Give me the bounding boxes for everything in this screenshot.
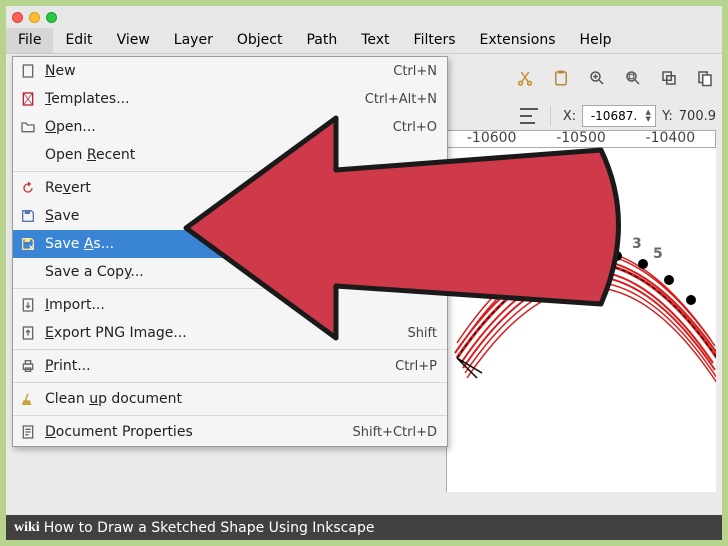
caption-bar: wiki How to Draw a Sketched Shape Using … bbox=[6, 515, 722, 540]
ruler-tick: -10500 bbox=[556, 130, 606, 146]
app-frame: File Edit View Layer Object Path Text Fi… bbox=[0, 0, 728, 546]
save-icon bbox=[19, 207, 37, 225]
menu-item-doc-properties[interactable]: Document Properties Shift+Ctrl+D bbox=[13, 418, 447, 446]
ruler-tick: -10600 bbox=[467, 130, 517, 146]
zoom-in-icon[interactable] bbox=[586, 67, 608, 89]
zoom-fit-icon[interactable] bbox=[622, 67, 644, 89]
menu-item-print[interactable]: Print... Ctrl+P bbox=[13, 352, 447, 380]
menu-separator bbox=[13, 415, 447, 416]
ruler-tick: -10400 bbox=[646, 130, 696, 146]
menu-item-save-as[interactable]: Save As... bbox=[13, 230, 447, 258]
menu-item-open-recent[interactable]: Open Recent bbox=[13, 141, 447, 169]
coord-row: X: ▲▼ Y: 700.9 bbox=[520, 102, 716, 130]
menu-text[interactable]: Text bbox=[349, 28, 401, 53]
templates-icon bbox=[19, 90, 37, 108]
export-icon bbox=[19, 324, 37, 342]
paste-icon[interactable] bbox=[550, 67, 572, 89]
menu-separator bbox=[13, 288, 447, 289]
menu-filters[interactable]: Filters bbox=[402, 28, 468, 53]
svg-text:2: 2 bbox=[593, 232, 603, 248]
menu-item-templates[interactable]: Templates... Ctrl+Alt+N bbox=[13, 85, 447, 113]
toolbar-right bbox=[514, 60, 716, 96]
svg-text:4: 4 bbox=[607, 236, 617, 252]
caption-text: How to Draw a Sketched Shape Using Inksc… bbox=[44, 520, 375, 536]
menubar: File Edit View Layer Object Path Text Fi… bbox=[6, 28, 722, 54]
menu-item-revert[interactable]: Revert bbox=[13, 174, 447, 202]
menu-layer[interactable]: Layer bbox=[162, 28, 225, 53]
sketch-drawing: 6 8 7 2 4 3 5 bbox=[447, 148, 716, 492]
open-icon bbox=[19, 118, 37, 136]
menu-separator bbox=[13, 382, 447, 383]
import-icon bbox=[19, 296, 37, 314]
svg-text:3: 3 bbox=[632, 236, 642, 252]
menu-item-clean-up[interactable]: Clean up document bbox=[13, 385, 447, 413]
menu-item-save[interactable]: Save +S bbox=[13, 202, 447, 230]
ruler-horizontal: -10600 -10500 -10400 bbox=[446, 130, 716, 148]
maximize-window-button[interactable] bbox=[46, 12, 57, 23]
menu-extensions[interactable]: Extensions bbox=[468, 28, 568, 53]
x-input[interactable] bbox=[583, 106, 641, 126]
menu-item-import[interactable]: Import... bbox=[13, 291, 447, 319]
menu-view[interactable]: View bbox=[105, 28, 162, 53]
menu-item-save-copy[interactable]: Save a Copy... bbox=[13, 258, 447, 286]
x-spinner[interactable]: ▲▼ bbox=[582, 105, 656, 127]
menu-edit[interactable]: Edit bbox=[53, 28, 104, 53]
canvas[interactable]: 6 8 7 2 4 3 5 bbox=[446, 148, 716, 492]
menu-separator bbox=[13, 171, 447, 172]
clean-icon bbox=[19, 390, 37, 408]
revert-icon bbox=[19, 179, 37, 197]
svg-text:8: 8 bbox=[575, 228, 585, 244]
x-label: X: bbox=[563, 109, 576, 124]
save-as-icon bbox=[19, 235, 37, 253]
duplicate-icon[interactable] bbox=[658, 67, 680, 89]
x-down-arrow-icon[interactable]: ▼ bbox=[641, 116, 655, 123]
menu-item-export[interactable]: Export PNG Image... Shift bbox=[13, 319, 447, 347]
y-value: 700.9 bbox=[679, 109, 716, 124]
window-titlebar bbox=[6, 6, 722, 28]
new-icon bbox=[19, 62, 37, 80]
properties-icon bbox=[19, 423, 37, 441]
print-icon bbox=[19, 357, 37, 375]
menu-separator bbox=[13, 349, 447, 350]
menu-file[interactable]: File bbox=[6, 28, 53, 53]
menu-item-new[interactable]: New Ctrl+N bbox=[13, 57, 447, 85]
menu-item-open[interactable]: Open... Ctrl+O bbox=[13, 113, 447, 141]
menu-object[interactable]: Object bbox=[225, 28, 295, 53]
y-label: Y: bbox=[662, 109, 673, 124]
caption-prefix: wiki bbox=[14, 520, 40, 536]
align-left-icon[interactable] bbox=[520, 108, 538, 124]
svg-text:5: 5 bbox=[653, 246, 663, 262]
copy-icon[interactable] bbox=[694, 67, 716, 89]
file-menu-dropdown: New Ctrl+N Templates... Ctrl+Alt+N Open.… bbox=[12, 56, 448, 447]
cut-icon[interactable] bbox=[514, 67, 536, 89]
menu-path[interactable]: Path bbox=[294, 28, 349, 53]
close-window-button[interactable] bbox=[12, 12, 23, 23]
svg-text:6: 6 bbox=[552, 236, 562, 252]
minimize-window-button[interactable] bbox=[29, 12, 40, 23]
menu-help[interactable]: Help bbox=[568, 28, 624, 53]
svg-text:7: 7 bbox=[565, 238, 575, 254]
